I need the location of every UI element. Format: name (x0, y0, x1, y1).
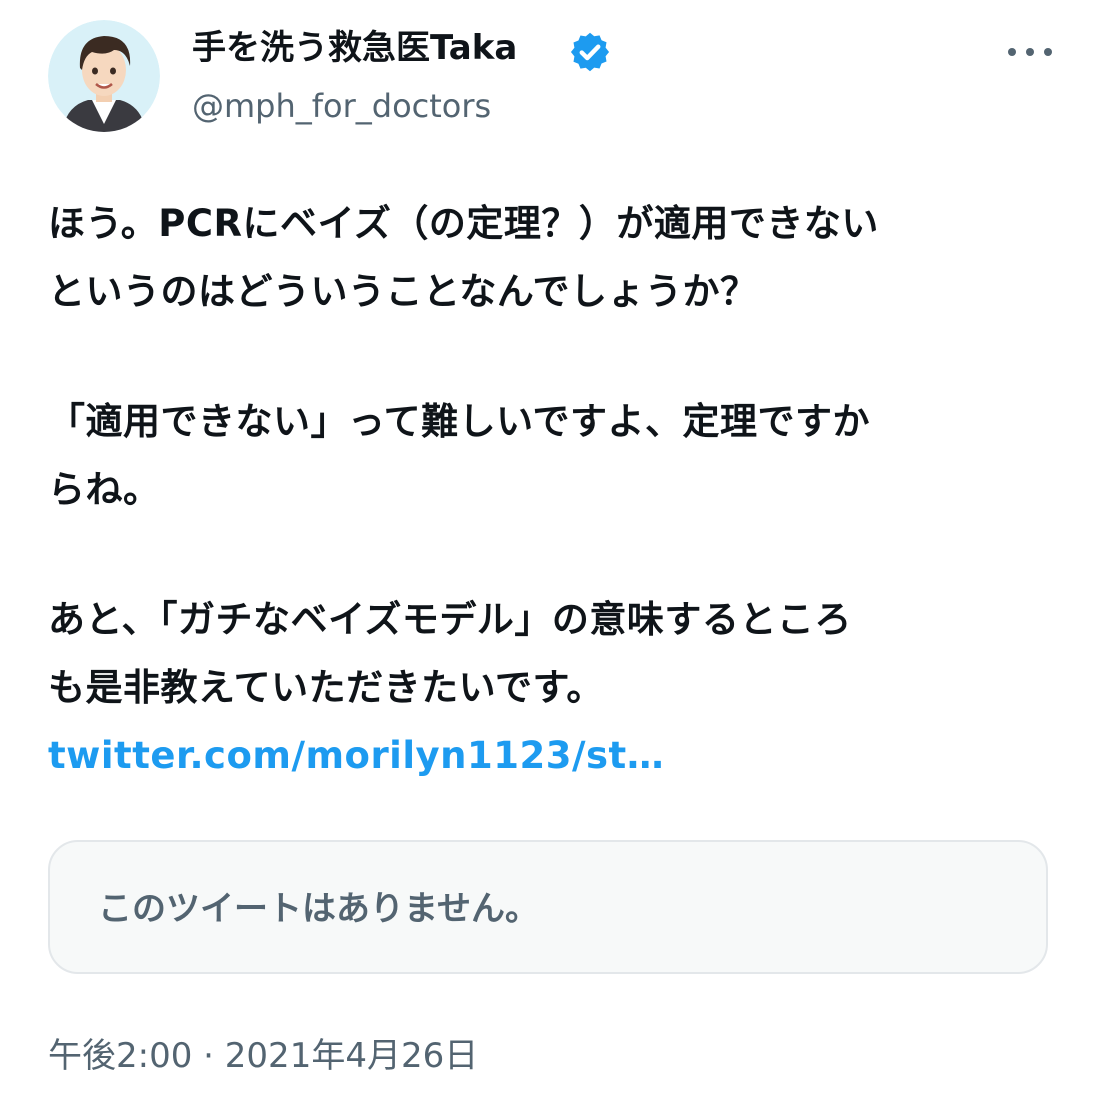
tweet-line: らね。 (48, 468, 161, 511)
tweet-line: あと、「ガチなベイズモデル」の意味するところ (48, 598, 852, 641)
tweet-line: 「適用できない」って難しいですよ、定理ですか (48, 400, 871, 443)
meta-separator: · (203, 1036, 214, 1076)
tweet-paragraph: 「適用できない」って難しいですよ、定理ですか らね。 (48, 388, 1058, 524)
author-display-name[interactable]: 手を洗う救急医Taka (192, 24, 517, 72)
tweet-date[interactable]: 2021年4月26日 (225, 1036, 478, 1076)
tweet-paragraph: ほう。PCRにベイズ（の定理？）が適用できない というのはどういうことなんでしょ… (48, 190, 1058, 326)
author-handle[interactable]: @mph_for_doctors (192, 84, 491, 128)
tweet-line: ほう。PCRにベイズ（の定理？）が適用できない (48, 202, 879, 245)
avatar[interactable] (48, 20, 160, 132)
avatar-illustration (48, 20, 160, 132)
tweet-line: も是非教えていただきたいです。 (48, 666, 604, 709)
verified-badge-icon (570, 32, 610, 72)
tweet-line: というのはどういうことなんでしょうか？ (48, 270, 758, 313)
tweet-time[interactable]: 午後2:00 (48, 1036, 192, 1076)
quoted-tweet-unavailable[interactable]: このツイートはありません。 (48, 840, 1048, 974)
more-options-icon[interactable] (1000, 32, 1060, 72)
tweet-paragraph: あと、「ガチなベイズモデル」の意味するところ も是非教えていただきたいです。 t… (48, 586, 1058, 790)
quoted-tweet-unavailable-text: このツイートはありません。 (98, 889, 539, 929)
tweet-text: ほう。PCRにベイズ（の定理？）が適用できない というのはどういうことなんでしょ… (48, 190, 1058, 790)
tweet-timestamp: 午後2:00 · 2021年4月26日 (48, 1032, 478, 1080)
tweet-card: 手を洗う救急医Taka @mph_for_doctors ほう。PCRにベイズ（… (0, 0, 1098, 1098)
tweet-link[interactable]: twitter.com/morilyn1123/st… (48, 722, 1058, 790)
